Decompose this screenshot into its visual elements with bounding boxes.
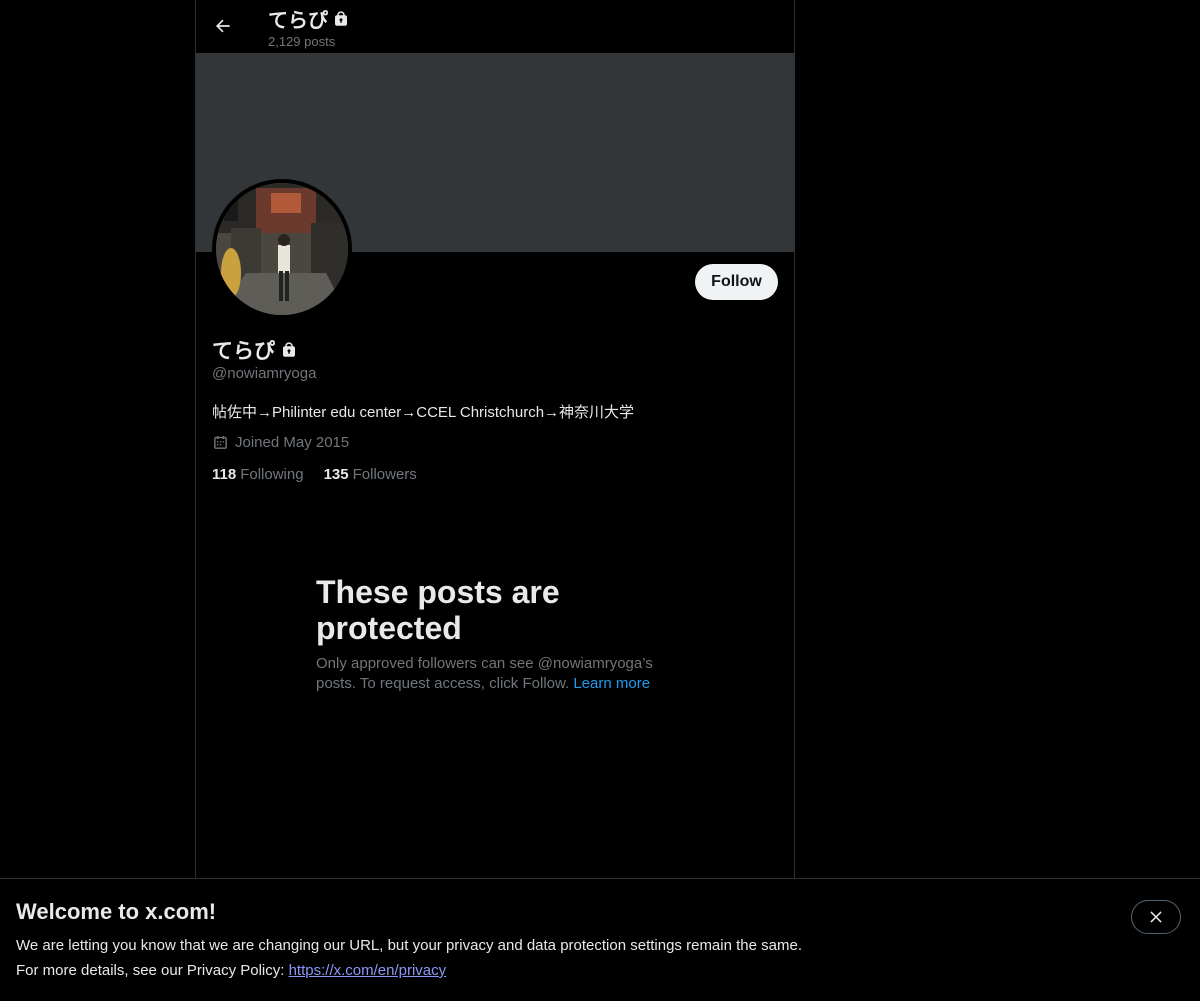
url-change-notice: Welcome to x.com! We are letting you kno… (0, 878, 1200, 1001)
avatar[interactable] (212, 179, 352, 319)
notice-privacy-prefix: For more details, see our Privacy Policy… (16, 962, 289, 979)
notice-title: Welcome to x.com! (16, 899, 217, 924)
follow-button[interactable]: Follow (695, 264, 778, 300)
followers-label: Followers (352, 466, 417, 483)
display-name: てらぴ (212, 340, 275, 363)
follow-counts: 118 Following 135 Followers (212, 466, 417, 483)
arrow-left-icon (215, 19, 230, 33)
notice-message: We are letting you know that we are chan… (16, 937, 802, 954)
lock-icon (283, 342, 295, 357)
privacy-policy-link[interactable]: https://x.com/en/privacy (289, 962, 447, 979)
learn-more-link[interactable]: Learn more (573, 675, 650, 692)
back-button[interactable] (206, 9, 240, 43)
header-title: てらぴ (268, 4, 350, 33)
posts-count: 2,129 posts (268, 34, 336, 49)
notice-privacy-line: For more details, see our Privacy Policy… (16, 962, 446, 979)
followers-link[interactable]: 135 Followers (324, 466, 417, 483)
followers-count: 135 (323, 466, 349, 483)
close-notice-button[interactable] (1131, 900, 1181, 934)
protected-notice: These posts are protected Only approved … (316, 574, 676, 694)
profile-handle: @nowiamryoga (212, 365, 317, 382)
protected-body-container: Only approved followers can see @nowiamr… (316, 654, 676, 694)
header-name: てらぴ (268, 10, 328, 32)
calendar-icon (214, 436, 227, 449)
profile-name: てらぴ (212, 335, 298, 365)
joined-date: Joined May 2015 (212, 434, 349, 451)
top-bar: てらぴ 2,129 posts (196, 0, 794, 53)
following-label: Following (240, 466, 304, 483)
following-count: 118 (212, 466, 237, 483)
lock-icon (335, 10, 347, 26)
profile-bio: 帖佐中→Philinter edu center→CCEL Christchur… (212, 404, 635, 421)
following-link[interactable]: 118 Following (212, 466, 304, 483)
protected-heading: These posts are protected (316, 574, 560, 646)
profile-column: てらぴ 2,129 posts Follow てらぴ @nowiamryoga … (195, 0, 795, 878)
avatar-photo (216, 183, 348, 315)
joined-text: Joined May 2015 (235, 434, 350, 451)
close-icon (1150, 911, 1162, 923)
